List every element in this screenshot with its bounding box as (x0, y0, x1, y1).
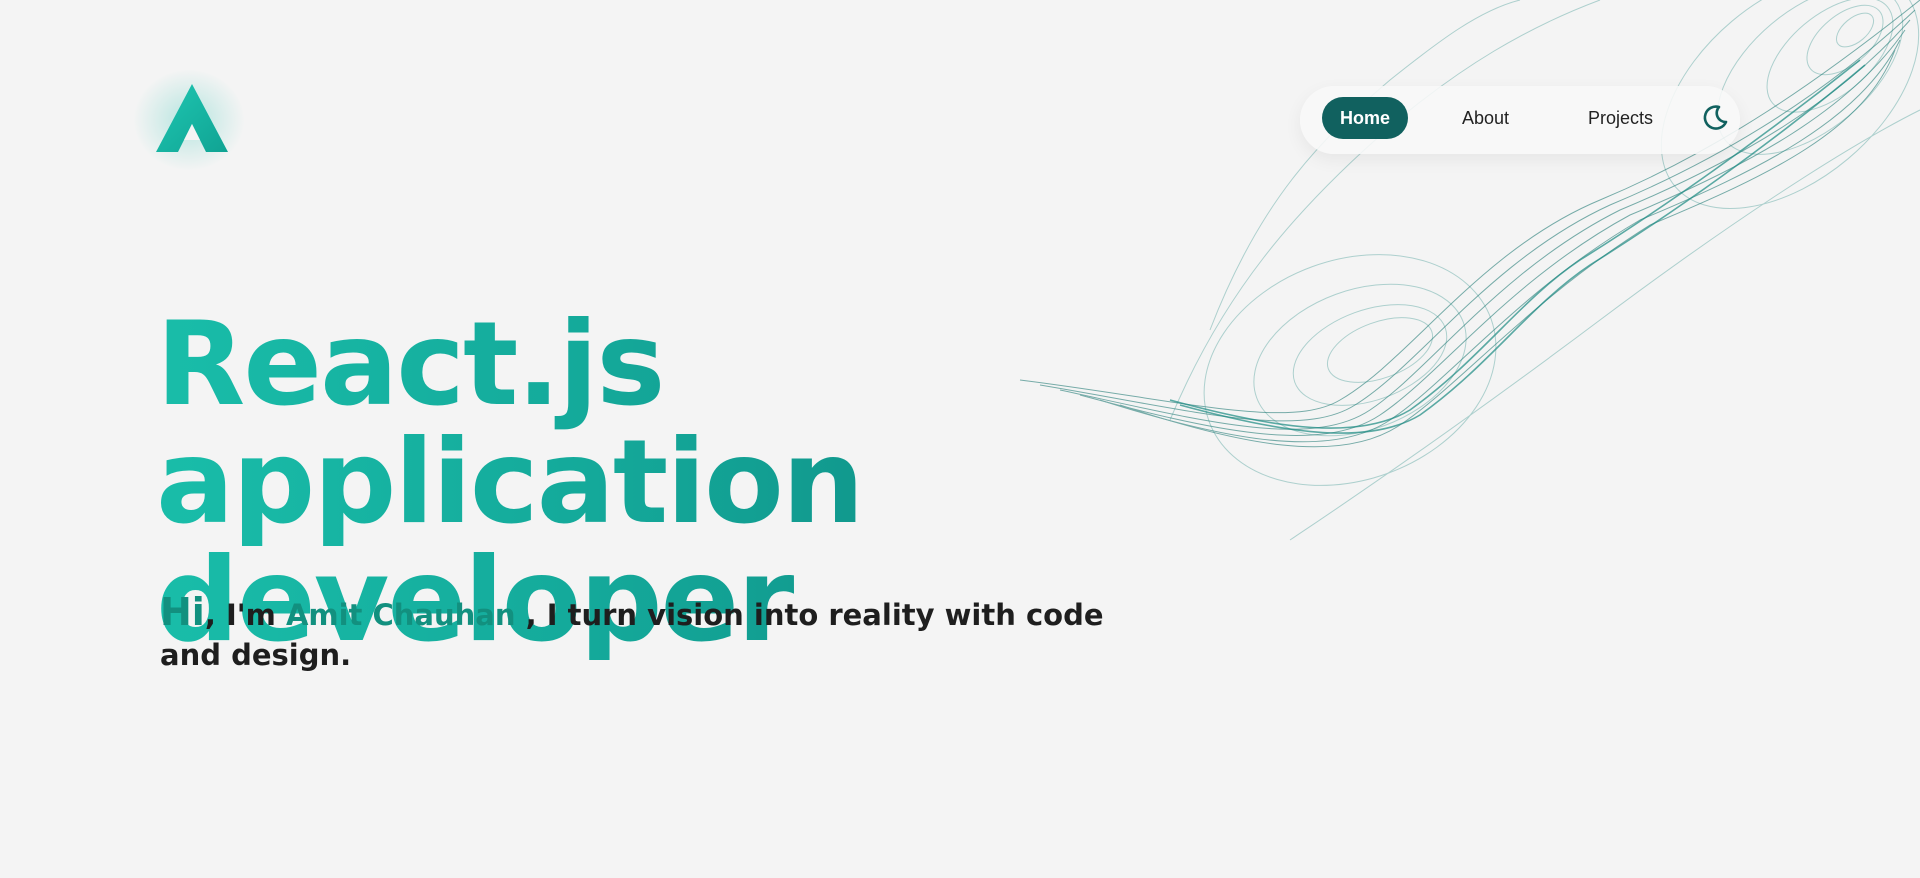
hero-intro: Hi, I'm Amit Chauhan , I turn vision int… (160, 592, 1140, 675)
intro-hi: Hi (160, 590, 205, 634)
intro-prefix: , I'm (204, 598, 286, 632)
nav-projects-link[interactable]: Projects (1588, 97, 1653, 139)
intro-name: Amit Chauhan (285, 598, 516, 632)
nav-home-link[interactable]: Home (1322, 97, 1408, 139)
moon-icon[interactable] (1700, 103, 1730, 133)
nav-about-link[interactable]: About (1462, 97, 1509, 139)
page: Home About Projects React.js application… (0, 0, 1920, 878)
hero-headline-line1: React.js application (156, 297, 863, 550)
a-logo-icon[interactable] (156, 84, 228, 154)
